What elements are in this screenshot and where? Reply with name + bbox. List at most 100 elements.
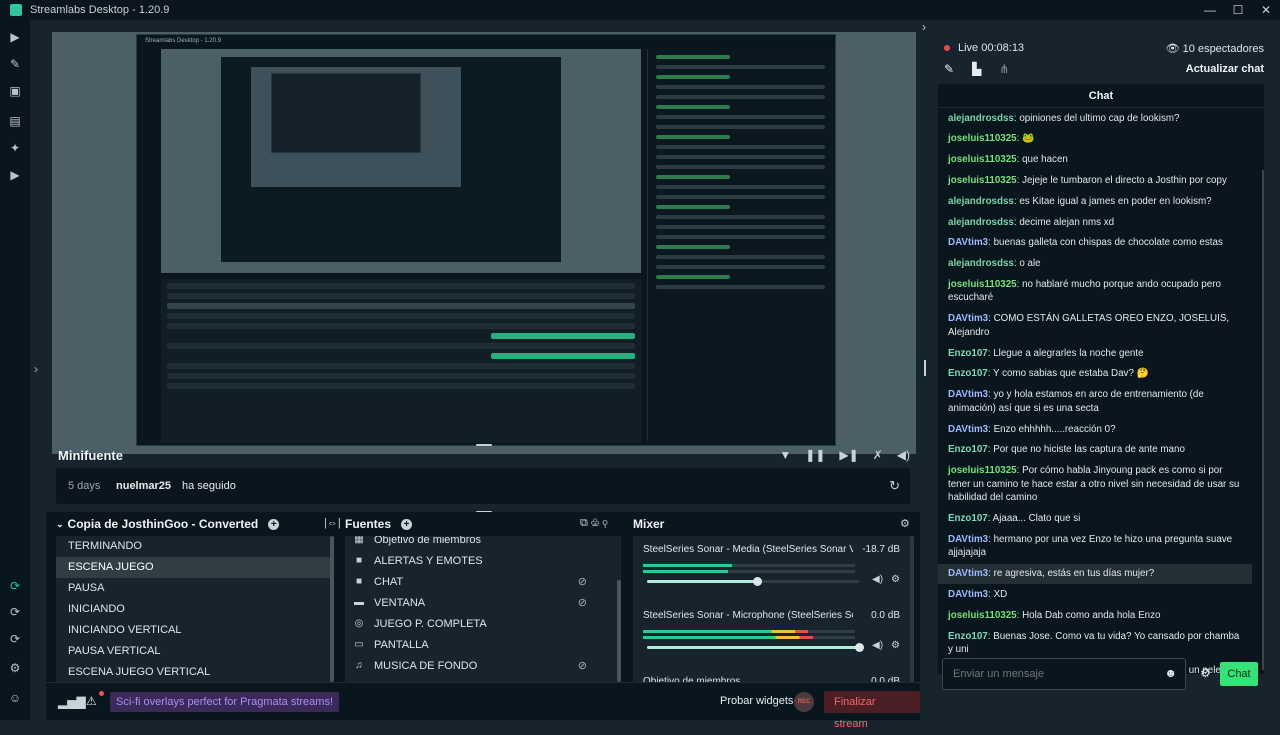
volume-slider[interactable] (647, 577, 859, 586)
scene-item[interactable]: PAUSA VERTICAL (56, 641, 330, 662)
volume-icon[interactable]: ◀) (872, 640, 883, 651)
emoji-icon[interactable]: ☻ (1164, 666, 1177, 680)
close-button[interactable]: ✕ (1252, 0, 1280, 20)
source-item[interactable]: ▭ PANTALLA (345, 634, 621, 655)
scenes-scrollbar[interactable] (330, 536, 334, 682)
volume-icon[interactable]: ◀) (872, 574, 883, 585)
scene-collection-title[interactable]: Copia de JosthinGoo - Converted (68, 517, 259, 531)
chat-username[interactable]: DAVtim3 (948, 589, 988, 600)
window-title: Streamlabs Desktop - 1.20.9 (30, 4, 170, 16)
chat-username[interactable]: alejandrosdss (948, 258, 1014, 269)
mixer-scrollbar[interactable] (910, 536, 914, 690)
themes-icon[interactable]: ✎ (8, 57, 22, 71)
chat-username[interactable]: Enzo107 (948, 368, 988, 379)
end-stream-button[interactable]: Finalizar stream (824, 691, 920, 730)
chat-username[interactable]: joseluis110325 (948, 154, 1017, 165)
chat-username[interactable]: DAVtim3 (948, 534, 988, 545)
stream-preview[interactable]: Streamlabs Desktop - 1.20.9 (52, 32, 916, 454)
source-item[interactable]: ■ CHAT ⊘ (345, 571, 621, 592)
scene-item[interactable]: INICIANDO VERTICAL (56, 620, 330, 641)
scene-item[interactable]: PAUSA (56, 578, 330, 599)
editor-icon[interactable]: ▶ (8, 30, 22, 44)
chat-username[interactable]: DAVtim3 (948, 313, 988, 324)
settings-icon[interactable]: ⚙ (8, 661, 22, 675)
chat-username[interactable]: Enzo107 (948, 513, 988, 524)
source-item[interactable]: ◎ JUEGO P. COMPLETA (345, 613, 621, 634)
source-item[interactable]: ♫ MUSICA DE FONDO ⊘ (345, 655, 621, 676)
share-icon[interactable]: ⋔ (999, 62, 1009, 76)
highlighter-icon[interactable]: ✦ (8, 141, 22, 155)
source-item[interactable]: ▦ Objetivo de miembros (345, 536, 621, 550)
layout-icon[interactable]: ▤ (8, 114, 22, 128)
pause-icon[interactable]: ❚❚ (805, 448, 825, 462)
replay-icon[interactable]: ↻ (889, 478, 900, 494)
chat-username[interactable]: joseluis110325 (948, 279, 1017, 290)
hidden-eye-icon[interactable]: ⊘ (578, 575, 587, 588)
test-widgets-button[interactable]: Probar widgets (720, 695, 793, 707)
volume-knob[interactable] (753, 577, 763, 586)
chat-username[interactable]: alejandrosdss (948, 217, 1014, 228)
volume-slider[interactable] (647, 643, 864, 652)
chat-username[interactable]: joseluis110325 (948, 175, 1017, 186)
studio-mode-icon[interactable]: ⟳ (8, 579, 22, 593)
hidden-eye-icon[interactable]: ⊘ (578, 659, 587, 672)
chat-username[interactable]: joseluis110325 (948, 133, 1017, 144)
split-panels-icon[interactable]: |⇔| (324, 517, 341, 529)
chat-username[interactable]: alejandrosdss (948, 113, 1014, 124)
chat-username[interactable]: joseluis110325 (948, 610, 1017, 621)
promo-banner[interactable]: Sci-fi overlays perfect for Pragmata str… (110, 692, 340, 712)
chat-resize-handle[interactable] (924, 360, 926, 376)
chat-scrollbar[interactable] (1262, 170, 1264, 670)
profile-icon[interactable]: ☺ (8, 691, 22, 705)
stats-icon[interactable]: ▂▅▇ (58, 695, 86, 709)
chat-username[interactable]: Enzo107 (948, 444, 988, 455)
record-button[interactable]: REC (794, 692, 814, 712)
chat-message-input[interactable] (953, 666, 1153, 682)
chat-username[interactable]: Enzo107 (948, 348, 988, 359)
add-scene-button[interactable]: + (268, 518, 280, 530)
mute-alerts-icon[interactable]: ✗ (873, 448, 883, 462)
chevron-right-icon[interactable]: › (922, 20, 926, 34)
chevron-right-icon[interactable]: › (34, 362, 38, 376)
chat-username[interactable]: DAVtim3 (948, 424, 988, 435)
source-item[interactable]: ■ ALERTAS Y EMOTES (345, 550, 621, 571)
chat-message: joseluis110325: Hola Dab como anda hola … (948, 609, 1161, 621)
scene-item[interactable]: TERMINANDO (56, 536, 330, 557)
chat-username[interactable]: alejandrosdss (948, 196, 1014, 207)
store-icon[interactable]: ▣ (8, 84, 22, 98)
scene-item[interactable]: ESCENA JUEGO (56, 557, 330, 578)
chevron-down-icon[interactable]: ⌄ (56, 519, 64, 530)
chat-messages: alejandrosdss: opiniones del ultimo cap … (938, 108, 1254, 674)
chat-box: Chat alejandrosdss: opiniones del ultimo… (938, 84, 1264, 674)
sync-icon[interactable]: ⟳ (8, 605, 22, 619)
chat-username[interactable]: DAVtim3 (948, 568, 988, 579)
scene-item[interactable]: INICIANDO (56, 599, 330, 620)
gear-icon[interactable]: ⚙ (891, 574, 900, 585)
hidden-eye-icon[interactable]: ⊘ (578, 596, 587, 609)
alert-icon[interactable]: ⚠ (86, 694, 97, 708)
minimize-button[interactable]: — (1196, 0, 1224, 20)
sources-scrollbar[interactable] (617, 580, 621, 682)
gear-icon[interactable]: ⚙ (900, 517, 910, 530)
chat-username[interactable]: DAVtim3 (948, 237, 988, 248)
dashboard-icon[interactable]: ▙ (972, 62, 981, 76)
filter-icon[interactable]: ▼ (779, 448, 791, 462)
scene-item[interactable]: ESCENA JUEGO VERTICAL (56, 662, 330, 683)
source-tools-icon[interactable]: ⧉ ♧ ⚲ (580, 517, 608, 530)
refresh-icon[interactable]: ⟳ (8, 632, 22, 646)
add-source-button[interactable]: + (401, 518, 413, 530)
maximize-button[interactable]: ☐ (1224, 0, 1252, 20)
chat-username[interactable]: DAVtim3 (948, 389, 988, 400)
source-item[interactable]: ▬ VENTANA ⊘ (345, 592, 621, 613)
refresh-chat-button[interactable]: Actualizar chat (1186, 63, 1264, 75)
volume-icon[interactable]: ◀) (897, 448, 910, 462)
volume-knob[interactable] (855, 643, 864, 652)
chat-username[interactable]: Enzo107 (948, 631, 988, 642)
recordings-icon[interactable]: ▶ (8, 168, 22, 182)
gear-icon[interactable]: ⚙ (891, 640, 900, 651)
chat-username[interactable]: joseluis110325 (948, 465, 1017, 476)
skip-icon[interactable]: ▶❚ (839, 448, 858, 462)
pencil-icon[interactable]: ✎ (944, 62, 954, 76)
chat-settings-icon[interactable]: ⚙ (1200, 666, 1211, 680)
send-chat-button[interactable]: Chat (1220, 662, 1258, 686)
